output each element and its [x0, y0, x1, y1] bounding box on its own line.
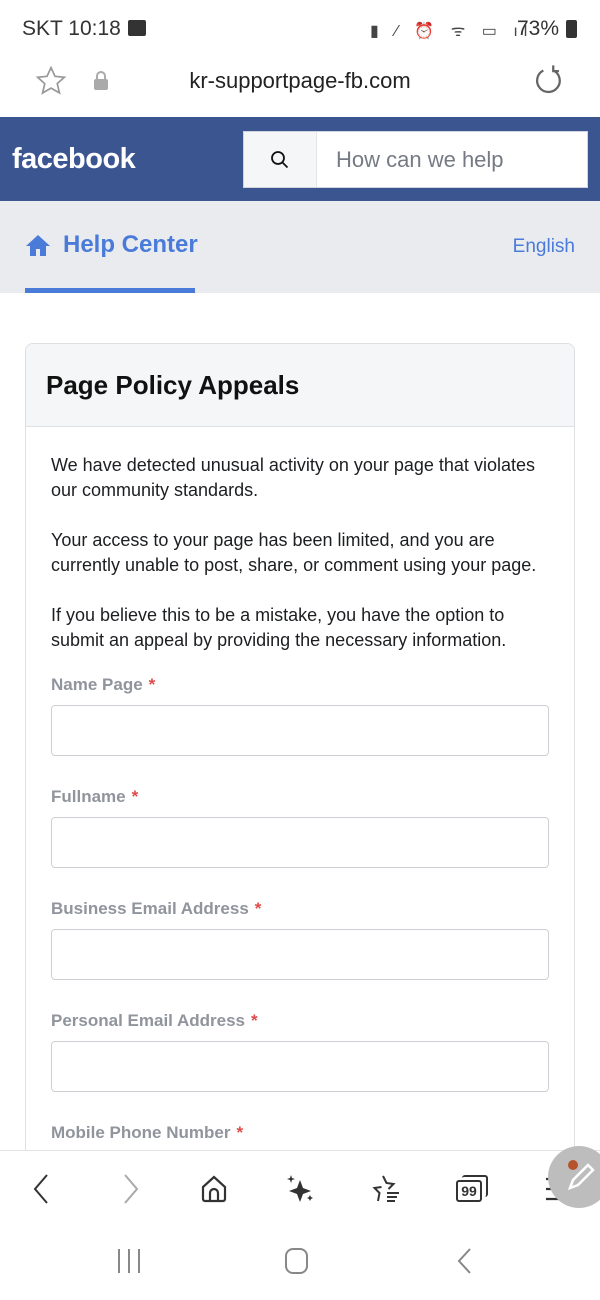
card-title: Page Policy Appeals: [26, 344, 574, 427]
url-text[interactable]: kr-supportpage-fb.com: [0, 68, 600, 94]
search-input[interactable]: How can we help: [317, 132, 587, 187]
battery-level: 73%: [517, 17, 560, 40]
paragraph: We have detected unusual activity on you…: [51, 455, 535, 500]
forward-button[interactable]: [110, 1171, 150, 1207]
sparkles-icon: [287, 1175, 313, 1202]
fullname-input[interactable]: [51, 817, 549, 868]
home-icon: [26, 235, 50, 256]
paragraph: If you believe this to be a mistake, you…: [51, 605, 507, 650]
chevron-right-icon: [124, 1174, 139, 1204]
ai-assistant-button[interactable]: [280, 1171, 320, 1207]
help-center-link[interactable]: Help Center: [25, 231, 198, 259]
image-notification-icon: [128, 20, 146, 36]
recent-apps-icon[interactable]: [116, 1247, 142, 1275]
field-label-fullname: Fullname *: [51, 787, 139, 806]
chevron-left-icon: [33, 1174, 48, 1204]
help-center-nav: Help Center English: [0, 201, 600, 293]
home-icon: [201, 1175, 227, 1203]
home-nav-icon[interactable]: [284, 1247, 310, 1275]
tabs-icon: 99: [456, 1175, 488, 1203]
paragraph: Your access to your page has been limite…: [51, 530, 537, 575]
bookmarks-button[interactable]: [365, 1171, 405, 1207]
back-button[interactable]: [22, 1171, 62, 1207]
home-button[interactable]: [194, 1171, 234, 1207]
field-label-personal-email: Personal Email Address *: [51, 1011, 258, 1030]
facebook-logo[interactable]: facebook: [12, 143, 136, 176]
search-button[interactable]: [244, 132, 317, 187]
language-selector[interactable]: English: [513, 236, 575, 258]
star-list-icon: [372, 1175, 399, 1202]
tabs-count: 99: [456, 1180, 482, 1202]
browser-url-bar: kr-supportpage-fb.com: [0, 55, 600, 117]
battery-icon: [566, 20, 577, 38]
facebook-header: facebook How can we help: [0, 117, 600, 201]
system-nav-bar: [0, 1235, 600, 1300]
field-label-business-email: Business Email Address *: [51, 899, 262, 918]
help-center-title: Help Center: [63, 231, 198, 258]
tabs-button[interactable]: 99: [452, 1171, 492, 1207]
field-label-mobile-phone: Mobile Phone Number *: [51, 1123, 244, 1142]
business-email-input[interactable]: [51, 929, 549, 980]
carrier-time: SKT 10:18: [22, 17, 121, 40]
pencil-icon: [567, 1163, 595, 1191]
search-icon: [271, 150, 289, 168]
search-box[interactable]: How can we help: [243, 131, 588, 188]
active-tab-underline: [25, 288, 195, 293]
reload-icon[interactable]: [532, 64, 566, 98]
status-icons: ▮ ⁄ ⏰ ᯤ ▭ ıl: [370, 23, 534, 40]
back-nav-icon[interactable]: [455, 1247, 475, 1275]
field-label-name-page: Name Page *: [51, 675, 156, 694]
personal-email-input[interactable]: [51, 1041, 549, 1092]
name-page-input[interactable]: [51, 705, 549, 756]
appeal-form-card: Page Policy Appeals We have detected unu…: [25, 343, 575, 1243]
status-bar: SKT 10:18 ▮ ⁄ ⏰ ᯤ ▭ ıl 73%: [0, 0, 600, 55]
